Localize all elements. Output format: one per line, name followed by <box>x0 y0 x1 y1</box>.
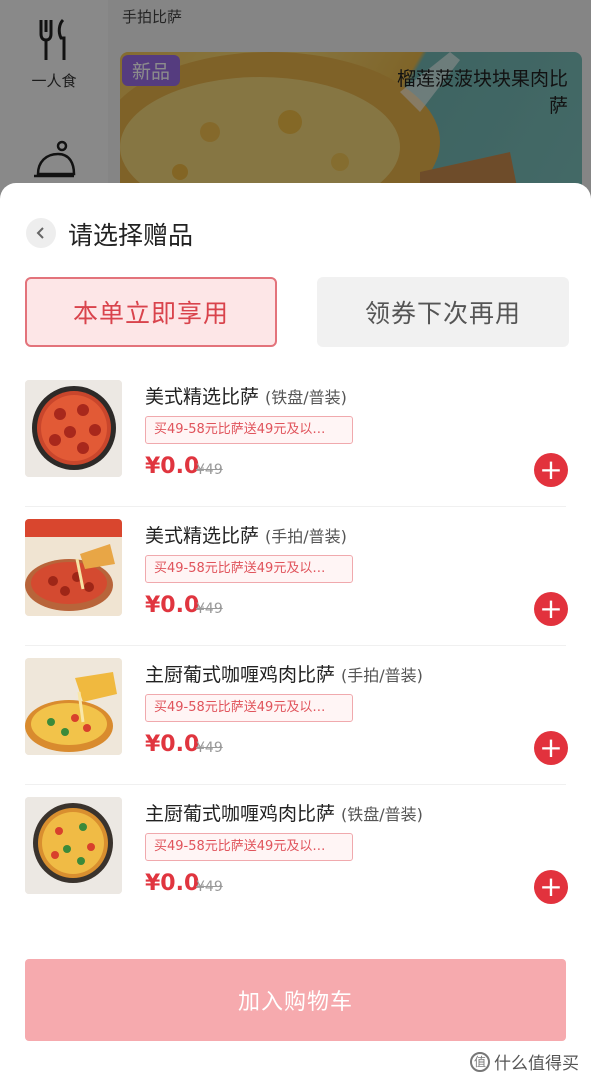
item-name: 主厨葡式咖喱鸡肉比萨 (手拍/普装) <box>145 664 423 686</box>
pizza-thumbnail <box>25 380 122 477</box>
add-button[interactable]: + <box>534 453 568 487</box>
pizza-thumbnail <box>25 658 122 755</box>
plus-icon: + <box>539 870 563 903</box>
item-variant: (手拍/普装) <box>341 666 423 685</box>
item-name: 美式精选比萨 (铁盘/普装) <box>145 386 347 408</box>
gift-item: 主厨葡式咖喱鸡肉比萨 (铁盘/普装) 买49-58元比萨送49元及以… ¥0.0 … <box>0 785 591 924</box>
promo-tag: 买49-58元比萨送49元及以… <box>145 833 353 861</box>
add-button[interactable]: + <box>534 592 568 626</box>
chevron-left-icon <box>36 227 44 239</box>
back-button[interactable] <box>26 218 56 248</box>
plus-icon: + <box>539 731 563 764</box>
watermark-text: 什么值得买 <box>494 1054 579 1074</box>
promo-tag: 买49-58元比萨送49元及以… <box>145 416 353 444</box>
item-price: ¥0.0 <box>145 593 200 618</box>
gift-selection-sheet: 请选择赠品 本单立即享用 领券下次再用 美式精选比萨 (铁盘/普装) 买49-58… <box>0 183 591 1080</box>
pizza-thumbnail <box>25 797 122 894</box>
gift-list: 美式精选比萨 (铁盘/普装) 买49-58元比萨送49元及以… ¥0.0 ¥49 … <box>0 368 591 924</box>
tab-use-now[interactable]: 本单立即享用 <box>25 277 277 347</box>
item-variant: (铁盘/普装) <box>265 388 347 407</box>
item-variant: (铁盘/普装) <box>341 805 423 824</box>
watermark-logo-icon: 值 <box>470 1051 490 1072</box>
original-price: ¥49 <box>196 740 223 756</box>
plus-icon: + <box>539 453 563 486</box>
original-price: ¥49 <box>196 879 223 895</box>
add-button[interactable]: + <box>534 731 568 765</box>
add-button[interactable]: + <box>534 870 568 904</box>
item-name: 主厨葡式咖喱鸡肉比萨 (铁盘/普装) <box>145 803 423 825</box>
gift-item: 美式精选比萨 (铁盘/普装) 买49-58元比萨送49元及以… ¥0.0 ¥49 … <box>0 368 591 507</box>
gift-item: 主厨葡式咖喱鸡肉比萨 (手拍/普装) 买49-58元比萨送49元及以… ¥0.0 … <box>0 646 591 785</box>
promo-tag: 买49-58元比萨送49元及以… <box>145 555 353 583</box>
item-name: 美式精选比萨 (手拍/普装) <box>145 525 347 547</box>
item-variant: (手拍/普装) <box>265 527 347 546</box>
add-to-cart-button[interactable]: 加入购物车 <box>25 959 566 1041</box>
pizza-thumbnail <box>25 519 122 616</box>
sheet-title: 请选择赠品 <box>68 221 194 250</box>
original-price: ¥49 <box>196 462 223 478</box>
item-price: ¥0.0 <box>145 732 200 757</box>
item-price: ¥0.0 <box>145 871 200 896</box>
original-price: ¥49 <box>196 601 223 617</box>
watermark: 值 什么值得买 <box>470 1049 579 1074</box>
item-price: ¥0.0 <box>145 454 200 479</box>
plus-icon: + <box>539 592 563 625</box>
promo-tag: 买49-58元比萨送49元及以… <box>145 694 353 722</box>
gift-item: 美式精选比萨 (手拍/普装) 买49-58元比萨送49元及以… ¥0.0 ¥49 … <box>0 507 591 646</box>
tab-coupon-next-time[interactable]: 领券下次再用 <box>317 277 569 347</box>
